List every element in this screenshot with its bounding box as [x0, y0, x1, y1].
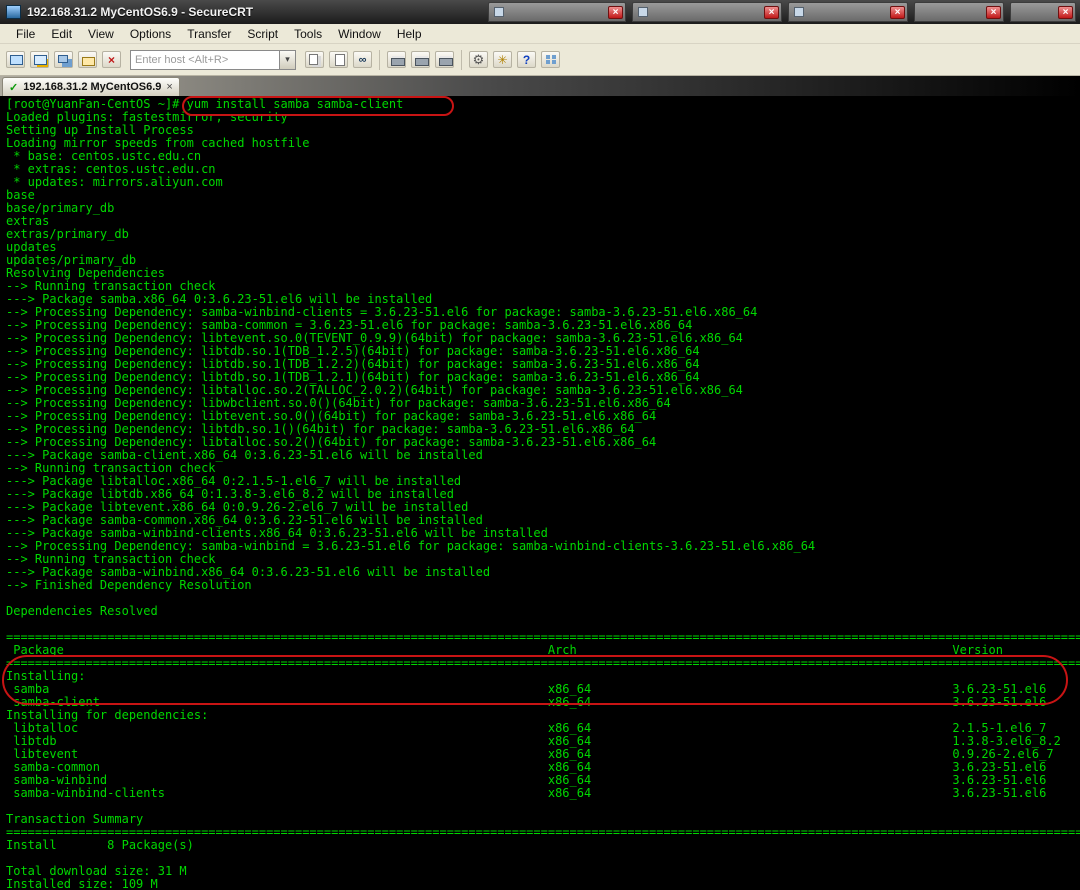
terminal-screen[interactable]: [root@YuanFan-CentOS ~]# yum install sam…	[0, 96, 1080, 890]
disconnect-icon[interactable]: ×	[102, 51, 121, 68]
close-icon[interactable]: ×	[1058, 5, 1073, 19]
titlebar[interactable]: 192.168.31.2 MyCentOS6.9 - SecureCRT × ×…	[0, 0, 1080, 24]
help-icon[interactable]: ?	[517, 51, 536, 68]
terminal-output: [root@YuanFan-CentOS ~]# yum install sam…	[6, 97, 1080, 890]
toolbar: × ▾ ∞ ⚙ ✳ ?	[0, 44, 1080, 76]
close-icon[interactable]: ×	[764, 5, 779, 19]
connect-icon[interactable]	[6, 51, 25, 68]
menu-options[interactable]: Options	[122, 25, 179, 43]
quick-connect-icon[interactable]	[30, 51, 49, 68]
session-manager-icon[interactable]	[78, 51, 97, 68]
print-preview-icon[interactable]	[411, 51, 430, 68]
connected-check-icon: ✓	[9, 81, 19, 94]
menu-help[interactable]: Help	[389, 25, 430, 43]
menubar: File Edit View Options Transfer Script T…	[0, 24, 1080, 44]
securecrt-window: 192.168.31.2 MyCentOS6.9 - SecureCRT × ×…	[0, 0, 1080, 890]
background-window-icon	[494, 7, 504, 17]
copy-icon[interactable]	[305, 51, 324, 68]
chevron-down-icon[interactable]: ▾	[280, 49, 296, 70]
close-icon[interactable]: ×	[608, 5, 623, 19]
clear-screen-icon[interactable]: ✳	[493, 51, 512, 68]
background-window-fragment[interactable]: ×	[488, 2, 626, 22]
securecrt-app-icon	[6, 5, 21, 19]
host-input[interactable]	[130, 49, 280, 70]
options-gear-icon[interactable]: ⚙	[469, 51, 488, 68]
session-tab-label: 192.168.31.2 MyCentOS6.9	[23, 81, 162, 93]
background-window-fragment[interactable]: ×	[788, 2, 908, 22]
menu-tools[interactable]: Tools	[286, 25, 330, 43]
find-icon[interactable]: ∞	[353, 51, 372, 68]
tile-windows-icon[interactable]	[541, 51, 560, 68]
menu-edit[interactable]: Edit	[43, 25, 80, 43]
host-combobox: ▾	[130, 49, 296, 70]
paste-icon[interactable]	[329, 51, 348, 68]
background-window-fragment[interactable]: ×	[632, 2, 782, 22]
tab-close-icon[interactable]: ×	[166, 82, 172, 93]
session-tab[interactable]: ✓ 192.168.31.2 MyCentOS6.9 ×	[2, 77, 180, 96]
print-icon[interactable]	[387, 51, 406, 68]
background-window-fragment[interactable]: ×	[914, 2, 1004, 22]
toolbar-separator	[461, 49, 462, 70]
close-icon[interactable]: ×	[890, 5, 905, 19]
close-icon[interactable]: ×	[986, 5, 1001, 19]
menu-file[interactable]: File	[8, 25, 43, 43]
menu-window[interactable]: Window	[330, 25, 389, 43]
menu-view[interactable]: View	[80, 25, 122, 43]
session-tab-bar: ✓ 192.168.31.2 MyCentOS6.9 ×	[0, 76, 1080, 96]
background-window-icon	[794, 7, 804, 17]
connect-in-tab-icon[interactable]	[54, 51, 73, 68]
background-window-fragment[interactable]: ×	[1010, 2, 1076, 22]
menu-transfer[interactable]: Transfer	[179, 25, 239, 43]
window-title: 192.168.31.2 MyCentOS6.9 - SecureCRT	[27, 5, 254, 19]
page-setup-icon[interactable]	[435, 51, 454, 68]
menu-script[interactable]: Script	[239, 25, 286, 43]
toolbar-separator	[379, 49, 380, 70]
background-window-icon	[638, 7, 648, 17]
